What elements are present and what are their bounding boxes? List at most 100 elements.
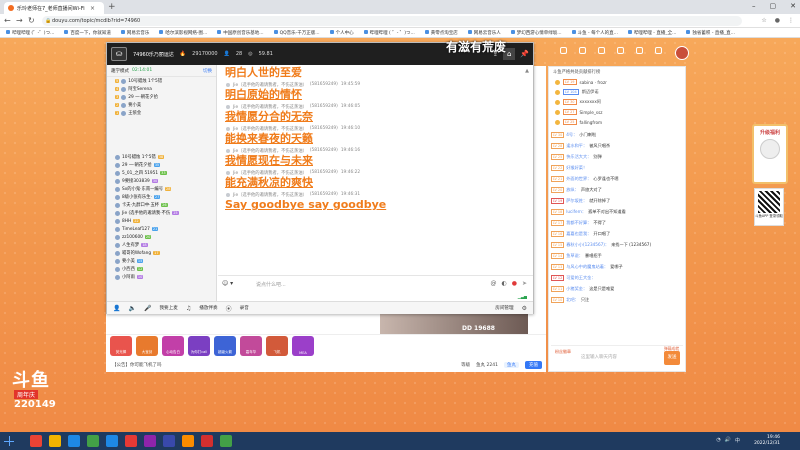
scroll-up-icon[interactable]: ▲ xyxy=(525,68,529,74)
settings-icon[interactable]: ⚙ xyxy=(522,305,527,312)
forward-icon[interactable]: → xyxy=(16,16,23,25)
sound-icon[interactable]: 🔊 xyxy=(725,437,731,444)
user-row[interactable]: 29 一·朝花夕拾 35 xyxy=(107,161,216,169)
user-row[interactable]: 10号蜡烛 1个5错 38 xyxy=(107,153,216,161)
user-icon[interactable]: 👤 xyxy=(113,305,120,312)
stream-thumbnail[interactable] xyxy=(380,314,528,334)
bookmark-item[interactable]: 梦幻西游心情单绿坂... xyxy=(510,30,562,36)
danmaku-username[interactable]: 放纵： xyxy=(566,187,579,193)
clock[interactable]: 19:46 2022/12/31 xyxy=(754,435,780,447)
bookmark-item[interactable]: 中国原创音乐基地... xyxy=(217,30,264,36)
rank-row[interactable]: LV 104 斯迈伊诺 xyxy=(549,87,685,97)
gift-item[interactable]: 心动告白 xyxy=(162,336,184,356)
announcement[interactable]: 【公告】你可能飞机了吗 xyxy=(112,362,162,368)
music-icon[interactable]: ♫ xyxy=(186,305,191,312)
danmaku-username[interactable]: 与风心中的魔鬼站着： xyxy=(566,264,608,270)
music-app-icon[interactable] xyxy=(125,435,137,447)
user-row[interactable]: 9要接303839 30 xyxy=(107,177,216,185)
user-avatar[interactable] xyxy=(675,46,689,60)
user-row[interactable]: Jie (选手他的邀请我·不伤 25 xyxy=(107,209,216,217)
bookmark-item[interactable]: 斗鱼 - 每个人的直... xyxy=(571,30,618,36)
play-accompaniment-button[interactable]: 播放伴奏 xyxy=(199,305,217,311)
minimize-icon[interactable]: – xyxy=(752,2,756,10)
top-user-row[interactable]: 3 29 一·朝花夕拾 xyxy=(107,93,216,101)
danmaku-username[interactable]: 我都不好算： xyxy=(566,220,591,226)
danmaku-username[interactable]: 逢水和平： xyxy=(566,143,587,149)
code-editor-icon[interactable] xyxy=(163,435,175,447)
fish-ball-chip[interactable]: 鱼丸 xyxy=(504,362,519,368)
user-row[interactable]: Sx的小鬼·东南一编号 28 xyxy=(107,185,216,193)
bookmark-item[interactable]: QQ音乐-千万正版... xyxy=(273,30,320,36)
message-icon[interactable] xyxy=(598,47,605,55)
room-manage-button[interactable]: 房间管理 xyxy=(495,305,513,311)
gift-item[interactable]: 大宝剑 xyxy=(136,336,158,356)
take-mic-button[interactable]: 我要上麦 xyxy=(159,305,177,311)
back-icon[interactable]: ← xyxy=(4,16,11,25)
record-icon[interactable]: ⦿ xyxy=(226,304,232,313)
bookmark-item[interactable]: 网易云音乐 xyxy=(120,30,149,36)
danmaku-username[interactable]: 春秋小小(1234567)： xyxy=(566,242,609,248)
danmaku-username[interactable]: 小猪奖金： xyxy=(566,286,587,292)
chrome-icon[interactable] xyxy=(220,435,232,447)
menu-icon[interactable]: ⋮ xyxy=(788,17,794,24)
user-row[interactable]: 小西西 12 xyxy=(107,265,216,273)
danmaku-username[interactable]: 快乐活大大： xyxy=(566,154,591,160)
top-user-row[interactable]: 2 要小美 xyxy=(107,101,216,109)
photo-app-icon[interactable] xyxy=(144,435,156,447)
chat-input[interactable]: 说点什么吧... xyxy=(256,281,286,288)
netease-icon[interactable] xyxy=(201,435,213,447)
qq-icon[interactable] xyxy=(106,435,118,447)
network-icon[interactable]: ◔ xyxy=(716,437,720,444)
chat-username[interactable]: Jie（选手他的邀请我者，不伤这蒸油） xyxy=(233,170,307,176)
start-button-icon[interactable] xyxy=(4,436,14,446)
top-user-row[interactable]: 4 阿宝Serena xyxy=(107,85,216,93)
bookmark-item[interactable]: 百度一下，你就知道 xyxy=(64,30,111,36)
top-user-row[interactable]: 1 王侬金 xyxy=(107,109,216,117)
gift-item[interactable]: MEA xyxy=(292,336,314,356)
danmaku-username[interactable]: 好猴好菜！ xyxy=(566,165,587,171)
at-icon[interactable]: @ xyxy=(490,280,496,287)
user-row[interactable]: TimeLeaf127 21 xyxy=(107,225,216,233)
user-row[interactable]: 8HH 22 xyxy=(107,217,216,225)
emoji-icon[interactable]: ☺ ▾ xyxy=(222,280,233,287)
rank-row[interactable]: LV 25 fallingfrom xyxy=(549,117,685,127)
user-row[interactable]: 卡夫·九醇口中·五杯 26 xyxy=(107,201,216,209)
user-row[interactable]: 8级小张有乐生· 27 xyxy=(107,193,216,201)
history-icon[interactable] xyxy=(560,47,567,55)
user-row[interactable]: 5_01_之四 51951 33 xyxy=(107,169,216,177)
close-tab-icon[interactable]: × xyxy=(90,5,95,12)
star-icon[interactable]: ☆ xyxy=(761,17,766,24)
user-row[interactable]: 喵哥的Wofang 17 xyxy=(107,249,216,257)
reload-icon[interactable]: ↻ xyxy=(28,16,35,25)
ime-icon[interactable]: 中 xyxy=(735,437,740,444)
chat-username[interactable]: Jie（选手他的邀请我者，不伤这蒸油） xyxy=(233,126,307,132)
maximize-icon[interactable]: ▢ xyxy=(770,2,777,10)
user-row[interactable]: 小阿雨 10 xyxy=(107,273,216,281)
user-row[interactable]: 人生有梦 18 xyxy=(107,241,216,249)
chat-username[interactable]: Jie（选手他的邀请我者，不伤这蒸油） xyxy=(233,104,307,110)
bell-icon[interactable] xyxy=(655,47,662,55)
bookmark-item[interactable]: 哔哩哔哩 ( ゜- ゜)つ... xyxy=(363,30,415,36)
upgrade-card[interactable]: 升级福利 xyxy=(752,124,788,184)
voice-icon[interactable]: ◐ xyxy=(501,280,506,287)
danmaku-username[interactable]: 可爱的王大金： xyxy=(566,275,595,281)
browser-tab[interactable]: 乐玲老师在7_老师直播间Wi-Fi × xyxy=(4,2,104,14)
chat-username[interactable]: Jie（选手他的邀请我者，不伤这蒸油） xyxy=(233,82,307,88)
gift-item[interactable]: 超级火箭 xyxy=(214,336,236,356)
rank-row[interactable]: LV 30 xxxxxxx阿 xyxy=(549,97,685,107)
danmaku-username[interactable]: 4号： xyxy=(566,132,577,138)
record-button[interactable]: 录音 xyxy=(240,305,249,311)
chat-username[interactable]: Jie（选手他的邀请我者，不伤这蒸油） xyxy=(233,192,307,198)
gift-item[interactable]: 嘉年华 xyxy=(240,336,262,356)
app-qr-code[interactable]: 斗鱼APP 登录领取 xyxy=(754,188,784,226)
edge-icon[interactable] xyxy=(68,435,80,447)
download-icon[interactable] xyxy=(579,47,586,55)
danmaku-username[interactable]: 北吧： xyxy=(566,297,579,303)
pin-icon[interactable]: 📌 xyxy=(520,50,529,58)
wechat-icon[interactable] xyxy=(87,435,99,447)
chat-username[interactable]: Jie（选手他的邀请我者，不伤这蒸油） xyxy=(233,148,307,154)
bookmark-item[interactable]: 黄零点淘宝店 xyxy=(424,30,458,36)
url-input[interactable]: 🔒 douyu.com/topic/mcdlb?rid=74960 xyxy=(42,16,742,26)
gift-item[interactable]: 飞机 xyxy=(266,336,288,356)
send-button[interactable]: 发送 xyxy=(664,351,680,365)
